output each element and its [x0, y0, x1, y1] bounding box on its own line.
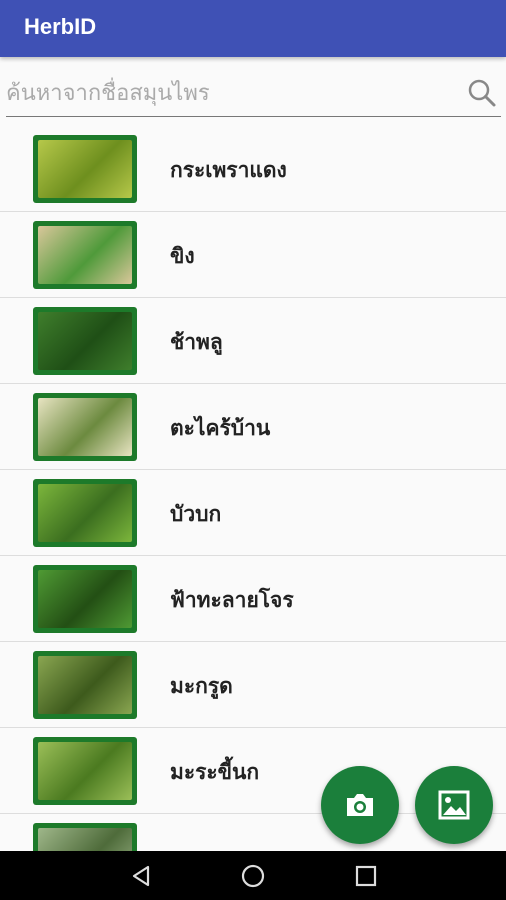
herb-name: ฟ้าทะลายโจร	[170, 588, 294, 612]
camera-button[interactable]	[321, 766, 399, 844]
herb-name: ช้าพลู	[170, 330, 223, 354]
herb-thumbnail	[33, 393, 137, 461]
herb-thumbnail	[33, 823, 137, 851]
list-item[interactable]: บัวบก	[0, 470, 506, 556]
back-icon[interactable]	[128, 863, 154, 889]
recents-icon[interactable]	[353, 863, 379, 889]
herb-name: บัวบก	[170, 502, 222, 526]
herb-name: กระเพราแดง	[170, 158, 287, 182]
camera-icon	[347, 794, 373, 816]
gallery-button[interactable]	[415, 766, 493, 844]
list-item[interactable]: มะกรูด	[0, 642, 506, 728]
system-nav-bar	[0, 851, 506, 900]
home-icon[interactable]	[240, 863, 266, 889]
search-bar	[6, 70, 501, 117]
herb-thumbnail	[33, 307, 137, 375]
list-item[interactable]: ตะไคร้บ้าน	[0, 384, 506, 470]
list-item[interactable]: กระเพราแดง	[0, 126, 506, 212]
image-icon	[438, 790, 470, 820]
herb-list: กระเพราแดง ขิง ช้าพลู ตะไคร้บ้าน บัวบก ฟ…	[0, 126, 506, 851]
herb-thumbnail	[33, 737, 137, 805]
herb-thumbnail	[33, 479, 137, 547]
herb-name: มะระขี้นก	[170, 760, 260, 784]
search-input[interactable]	[6, 76, 446, 110]
herb-thumbnail	[33, 221, 137, 289]
herb-name: ตะไคร้บ้าน	[170, 416, 271, 440]
search-icon[interactable]	[467, 78, 497, 108]
herb-thumbnail	[33, 651, 137, 719]
list-item[interactable]: ขิง	[0, 212, 506, 298]
app-title: HerbID	[24, 14, 97, 39]
list-item[interactable]: ช้าพลู	[0, 298, 506, 384]
herb-name: ขิง	[170, 244, 195, 268]
list-item[interactable]: ฟ้าทะลายโจร	[0, 556, 506, 642]
herb-thumbnail	[33, 135, 137, 203]
herb-name: มะกรูด	[170, 674, 233, 698]
app-bar: HerbID	[0, 0, 506, 57]
herb-thumbnail	[33, 565, 137, 633]
